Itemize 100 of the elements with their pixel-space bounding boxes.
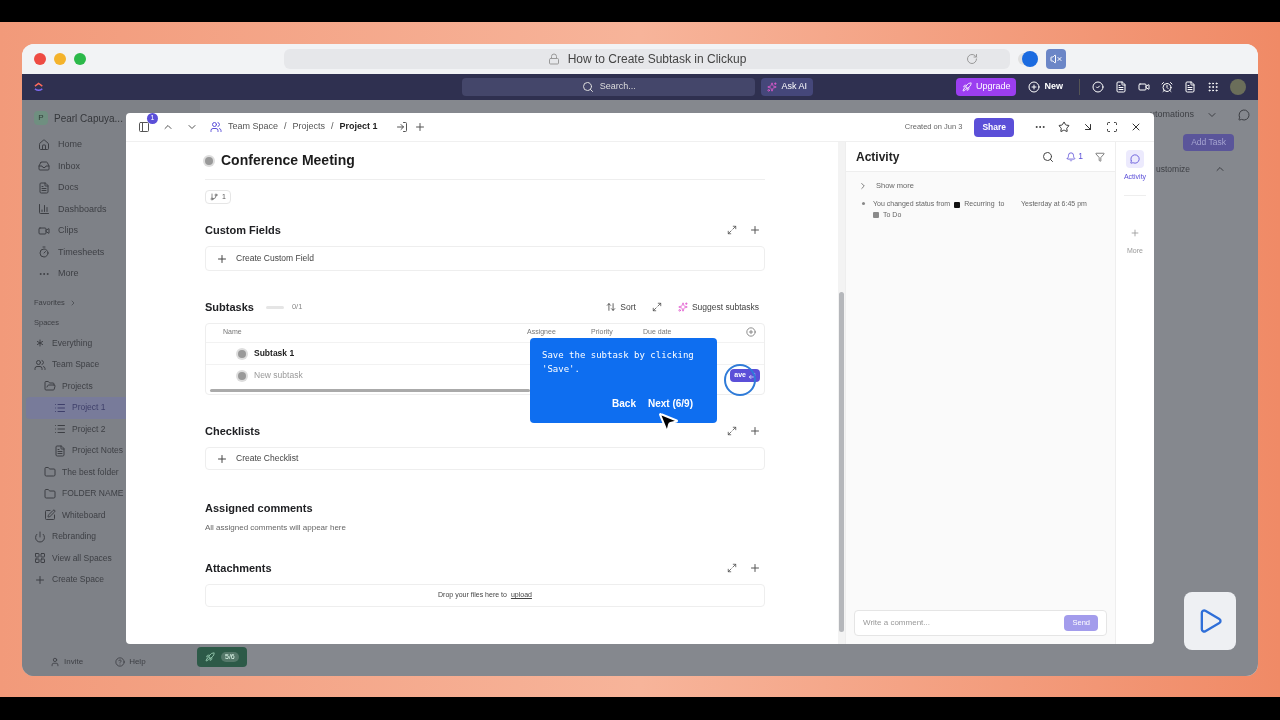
highlight-ring [724,364,756,396]
reload-icon[interactable] [966,53,978,65]
plus-icon[interactable] [749,425,761,437]
plus-icon[interactable] [413,121,426,133]
sidebar-item[interactable]: Create Space [26,569,200,591]
new-button[interactable]: New [1024,78,1067,96]
search-icon[interactable] [1042,150,1055,163]
video-icon[interactable] [1138,81,1150,93]
close-window-icon[interactable] [34,53,46,65]
add-column-icon[interactable] [746,327,756,337]
help-button[interactable]: Help [115,656,146,668]
customize-button[interactable]: ustomize [1156,162,1190,176]
tooltip-text: Save the subtask by clicking 'Save'. [542,349,695,376]
ask-ai-button[interactable]: Ask AI [761,78,813,96]
add-task-button[interactable]: Add Task [1183,133,1234,151]
notepad-icon[interactable] [1115,81,1127,93]
minimize-icon[interactable] [1082,121,1094,133]
activity-title: Activity [856,148,900,166]
move-icon[interactable] [395,121,408,133]
empty-note: All assigned comments will appear here [205,522,347,534]
subtask-name[interactable]: Subtask 1 [254,347,295,360]
nav-item[interactable]: Dashboards [26,198,200,220]
apps-icon[interactable] [1207,81,1219,93]
chat-icon[interactable] [1238,108,1250,121]
grid-icon [34,552,46,565]
create-checklist-button[interactable]: Create Checklist [205,447,765,470]
address-bar[interactable]: How to Create Subtask in Clickup [284,49,1010,69]
sidebar-item[interactable]: Projects [26,375,200,397]
subtask-name-field[interactable]: New subtask [254,369,303,382]
sidebar-item[interactable]: Everything [26,332,200,354]
expand-icon[interactable] [727,426,737,436]
mute-icon[interactable] [1050,53,1062,65]
upgrade-button[interactable]: Upgrade [955,78,1017,96]
folder-icon [44,487,56,500]
search-field[interactable]: Search... [462,78,756,96]
breadcrumb-link[interactable]: Project 1 [339,120,378,134]
sidebar-toggle-icon[interactable] [138,121,150,133]
nav-item[interactable]: Clips [26,220,200,242]
bullet-icon [862,202,865,206]
alarm-icon[interactable] [1161,81,1173,93]
breadcrumb-link[interactable]: Projects [292,120,326,134]
timer-icon [38,246,50,259]
page-title: How to Create Subtask in Clickup [567,51,747,68]
section-title: Subtasks [205,299,254,315]
plus-icon[interactable] [749,562,761,574]
sidebar-item[interactable]: Whiteboard [26,504,200,526]
nav-item[interactable]: Inbox [26,155,200,177]
workspace-avatar[interactable]: P [34,111,48,125]
automations-button[interactable]: utomations [1149,108,1194,122]
sidebar-item[interactable]: FOLDER NAME [26,483,200,505]
expand-icon[interactable] [727,563,737,573]
folder-icon [44,466,56,479]
expand-icon[interactable] [651,302,662,312]
next-button[interactable]: Next (6/9) [648,396,693,411]
sidebar-item[interactable]: Rebranding [26,526,200,548]
back-button[interactable]: Back [612,396,636,411]
folder-icon [44,380,56,393]
bell-icon [1066,151,1077,162]
people-icon [34,358,46,371]
close-icon[interactable] [1130,121,1142,133]
play-toggle-icon[interactable] [1018,53,1038,65]
power-icon [34,530,46,543]
chevron-icon [858,180,868,191]
home-icon [38,138,50,151]
maximize-window-icon[interactable] [74,53,86,65]
breadcrumb-link[interactable]: Team Space [228,120,279,134]
suggest-subtasks-button[interactable]: Suggest subtasks [677,300,759,314]
avatar[interactable] [1230,79,1246,95]
plus-icon[interactable] [749,224,761,236]
filter-icon[interactable] [1095,151,1105,162]
lock-icon [547,53,560,65]
notifications-button[interactable]: 1 [1066,150,1083,163]
star-icon[interactable] [1058,121,1070,133]
plus-icon [216,452,228,465]
document-icon[interactable] [1184,81,1196,93]
expand-icon[interactable] [727,225,737,235]
sidebar-item[interactable]: Team Space [26,354,200,376]
sidebar-item[interactable]: The best folder [26,461,200,483]
plus-icon [34,573,46,586]
vertical-scrollbar[interactable] [839,292,844,632]
whiteboard-icon [44,509,56,522]
document-icon [54,444,66,457]
sidebar-item[interactable]: Project Notes [26,440,200,462]
fullscreen-icon[interactable] [1106,121,1118,133]
status-icon[interactable] [238,349,246,358]
plus-icon [216,252,228,265]
nav-item[interactable]: Home [26,134,200,156]
workspace-name[interactable]: Pearl Capuya... [54,110,123,126]
check-icon[interactable] [1092,81,1104,93]
share-button[interactable]: Share [974,117,1014,137]
horizontal-scrollbar[interactable] [210,388,530,392]
invite-button[interactable]: Invite [50,656,84,668]
nav-item[interactable]: Docs [26,177,200,199]
nav-item[interactable]: Timesheets [26,241,200,263]
sort-button[interactable]: Sort [606,300,636,314]
task-title[interactable]: Conference Meeting [221,150,355,171]
status-icon[interactable] [205,156,213,165]
create-custom-field-button[interactable]: Create Custom Field [205,246,765,271]
nav-item[interactable]: More [26,263,200,285]
video-icon [38,224,50,237]
